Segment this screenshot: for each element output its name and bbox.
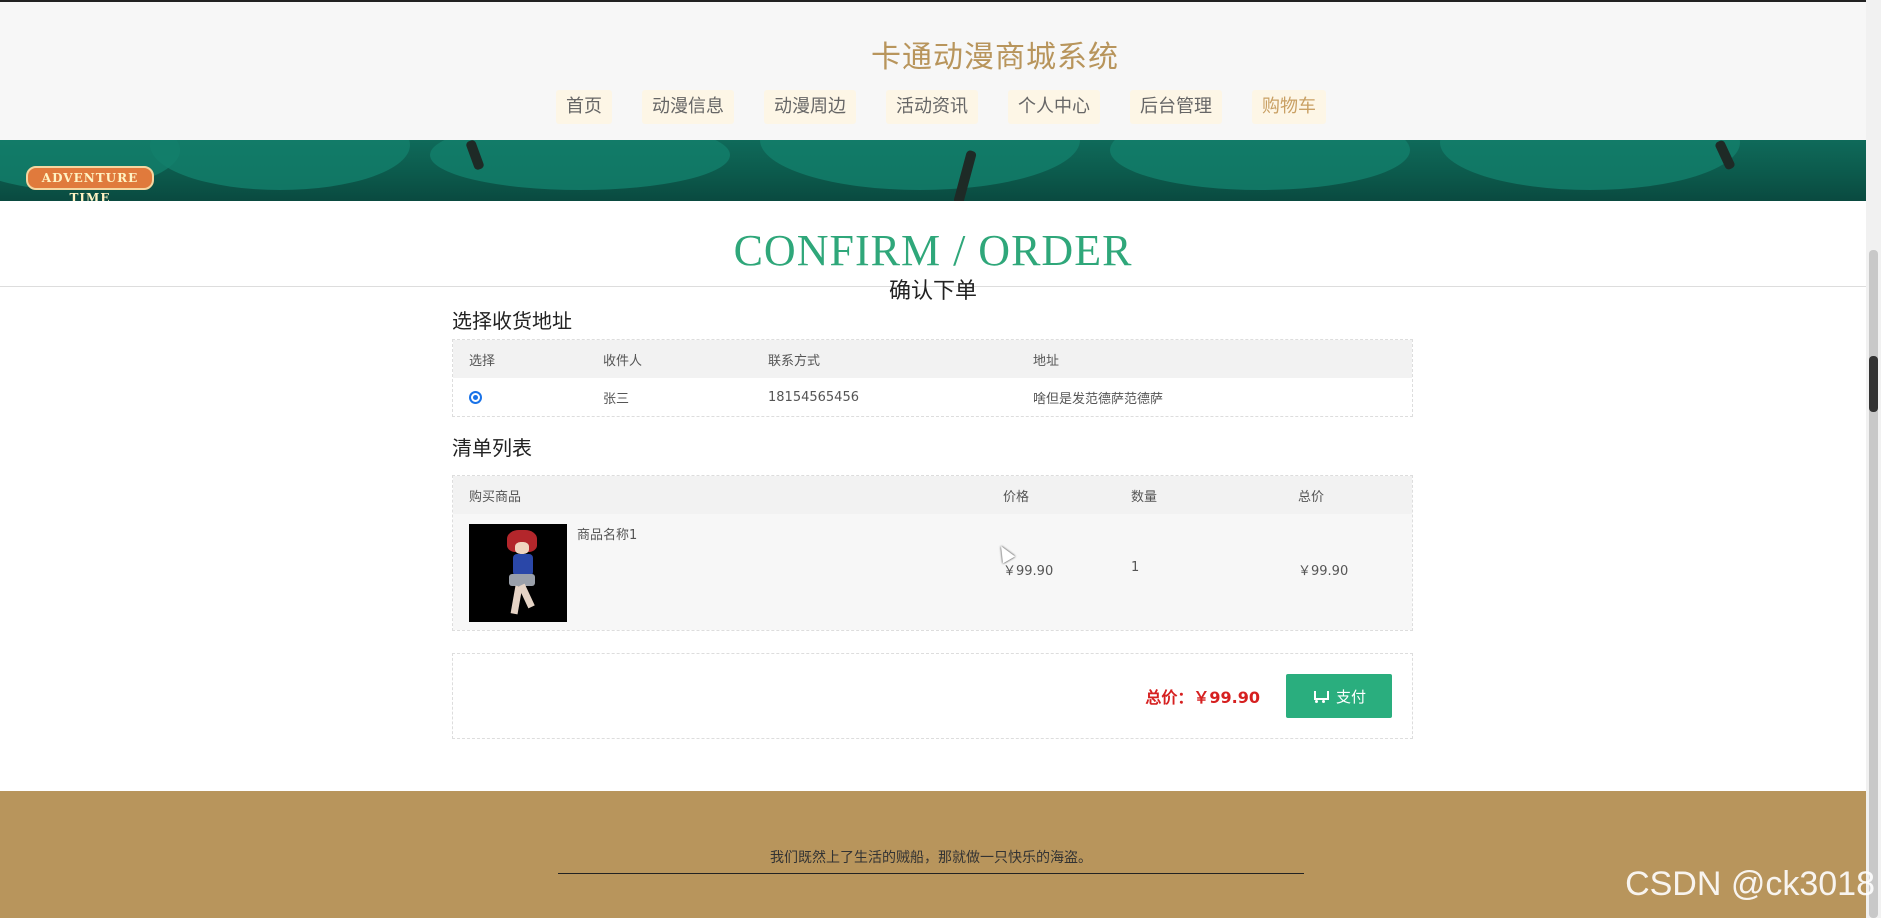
item-total: ￥99.90	[1298, 564, 1349, 579]
total-label: 总价：	[1145, 688, 1194, 707]
nav-cart[interactable]: 购物车	[1252, 90, 1326, 124]
item-product-cell: 商品名称1	[453, 514, 987, 622]
address-table-header: 选择 收件人 联系方式 地址	[453, 340, 1412, 378]
banner: ADVENTURE TIME	[0, 140, 1866, 201]
col-total: 总价	[1298, 489, 1325, 505]
address-recipient: 张三	[603, 391, 630, 407]
items-section-label: 清单列表	[452, 436, 532, 460]
total-price: 总价：￥99.90	[1145, 684, 1260, 708]
footer: 我们既然上了生活的贼船，那就做一只快乐的海盗。	[0, 791, 1866, 918]
footer-slogan: 我们既然上了生活的贼船，那就做一只快乐的海盗。	[558, 847, 1304, 874]
header: 卡通动漫商城系统 首页 动漫信息 动漫周边 活动资讯 个人中心 后台管理 购物车	[0, 0, 1866, 140]
nav-admin[interactable]: 后台管理	[1130, 90, 1222, 124]
page-title-cn: 确认下单	[888, 279, 977, 304]
address-table: 选择 收件人 联系方式 地址 张三 18154565456 啥但是发范德萨范德萨	[452, 339, 1413, 417]
col-select: 选择	[469, 353, 496, 369]
address-phone: 18154565456	[768, 389, 859, 405]
scrollbar-thumb[interactable]	[1869, 250, 1878, 918]
nav-events[interactable]: 活动资讯	[886, 90, 978, 124]
site-title: 卡通动漫商城系统	[871, 40, 1119, 75]
address-row[interactable]: 张三 18154565456 啥但是发范德萨范德萨	[453, 378, 1412, 416]
nav-anime-info[interactable]: 动漫信息	[642, 90, 734, 124]
page-title-en: CONFIRM / ORDER	[733, 226, 1133, 275]
scrollbar[interactable]	[1866, 0, 1881, 918]
nav-anime-merch[interactable]: 动漫周边	[764, 90, 856, 124]
pay-button-label: 支付	[1335, 687, 1366, 706]
scrollbar-marker	[1869, 356, 1878, 412]
col-product: 购买商品	[469, 489, 522, 505]
order-summary: 总价：￥99.90 支付	[452, 653, 1413, 739]
address-section-label: 选择收货地址	[452, 309, 572, 333]
banner-foliage	[150, 140, 410, 190]
pay-button[interactable]: 支付	[1286, 674, 1392, 718]
cart-icon	[1312, 689, 1329, 703]
main-nav: 首页 动漫信息 动漫周边 活动资讯 个人中心 后台管理 购物车	[556, 90, 1326, 124]
banner-foliage	[1110, 140, 1410, 190]
page: 卡通动漫商城系统 首页 动漫信息 动漫周边 活动资讯 个人中心 后台管理 购物车…	[0, 0, 1881, 918]
address-select-cell	[453, 390, 587, 404]
items-table: 购买商品 价格 数量 总价 商品名称1 ￥99.90 1 ￥99.90	[452, 475, 1413, 631]
item-qty: 1	[1131, 560, 1140, 575]
col-address: 地址	[1033, 353, 1060, 369]
col-phone: 联系方式	[768, 353, 821, 369]
items-table-header: 购买商品 价格 数量 总价	[453, 476, 1412, 514]
address-text: 啥但是发范德萨范德萨	[1033, 391, 1164, 407]
col-recipient: 收件人	[603, 353, 643, 369]
address-radio[interactable]	[469, 390, 482, 404]
site-logo[interactable]: ADVENTURE TIME	[26, 166, 154, 201]
total-value: ￥99.90	[1193, 688, 1260, 707]
col-price: 价格	[1003, 489, 1030, 505]
csdn-watermark: CSDN @ck3018	[1625, 865, 1875, 903]
product-name[interactable]: 商品名称1	[567, 514, 637, 622]
product-image[interactable]	[469, 524, 567, 622]
col-qty: 数量	[1131, 489, 1158, 505]
item-row: 商品名称1 ￥99.90 1 ￥99.90	[453, 514, 1412, 630]
banner-foliage	[1440, 140, 1740, 190]
page-title-section: CONFIRM / ORDER 确认下单	[0, 201, 1866, 304]
banner-foliage	[760, 140, 1080, 190]
nav-home[interactable]: 首页	[556, 90, 612, 124]
nav-personal-center[interactable]: 个人中心	[1008, 90, 1100, 124]
